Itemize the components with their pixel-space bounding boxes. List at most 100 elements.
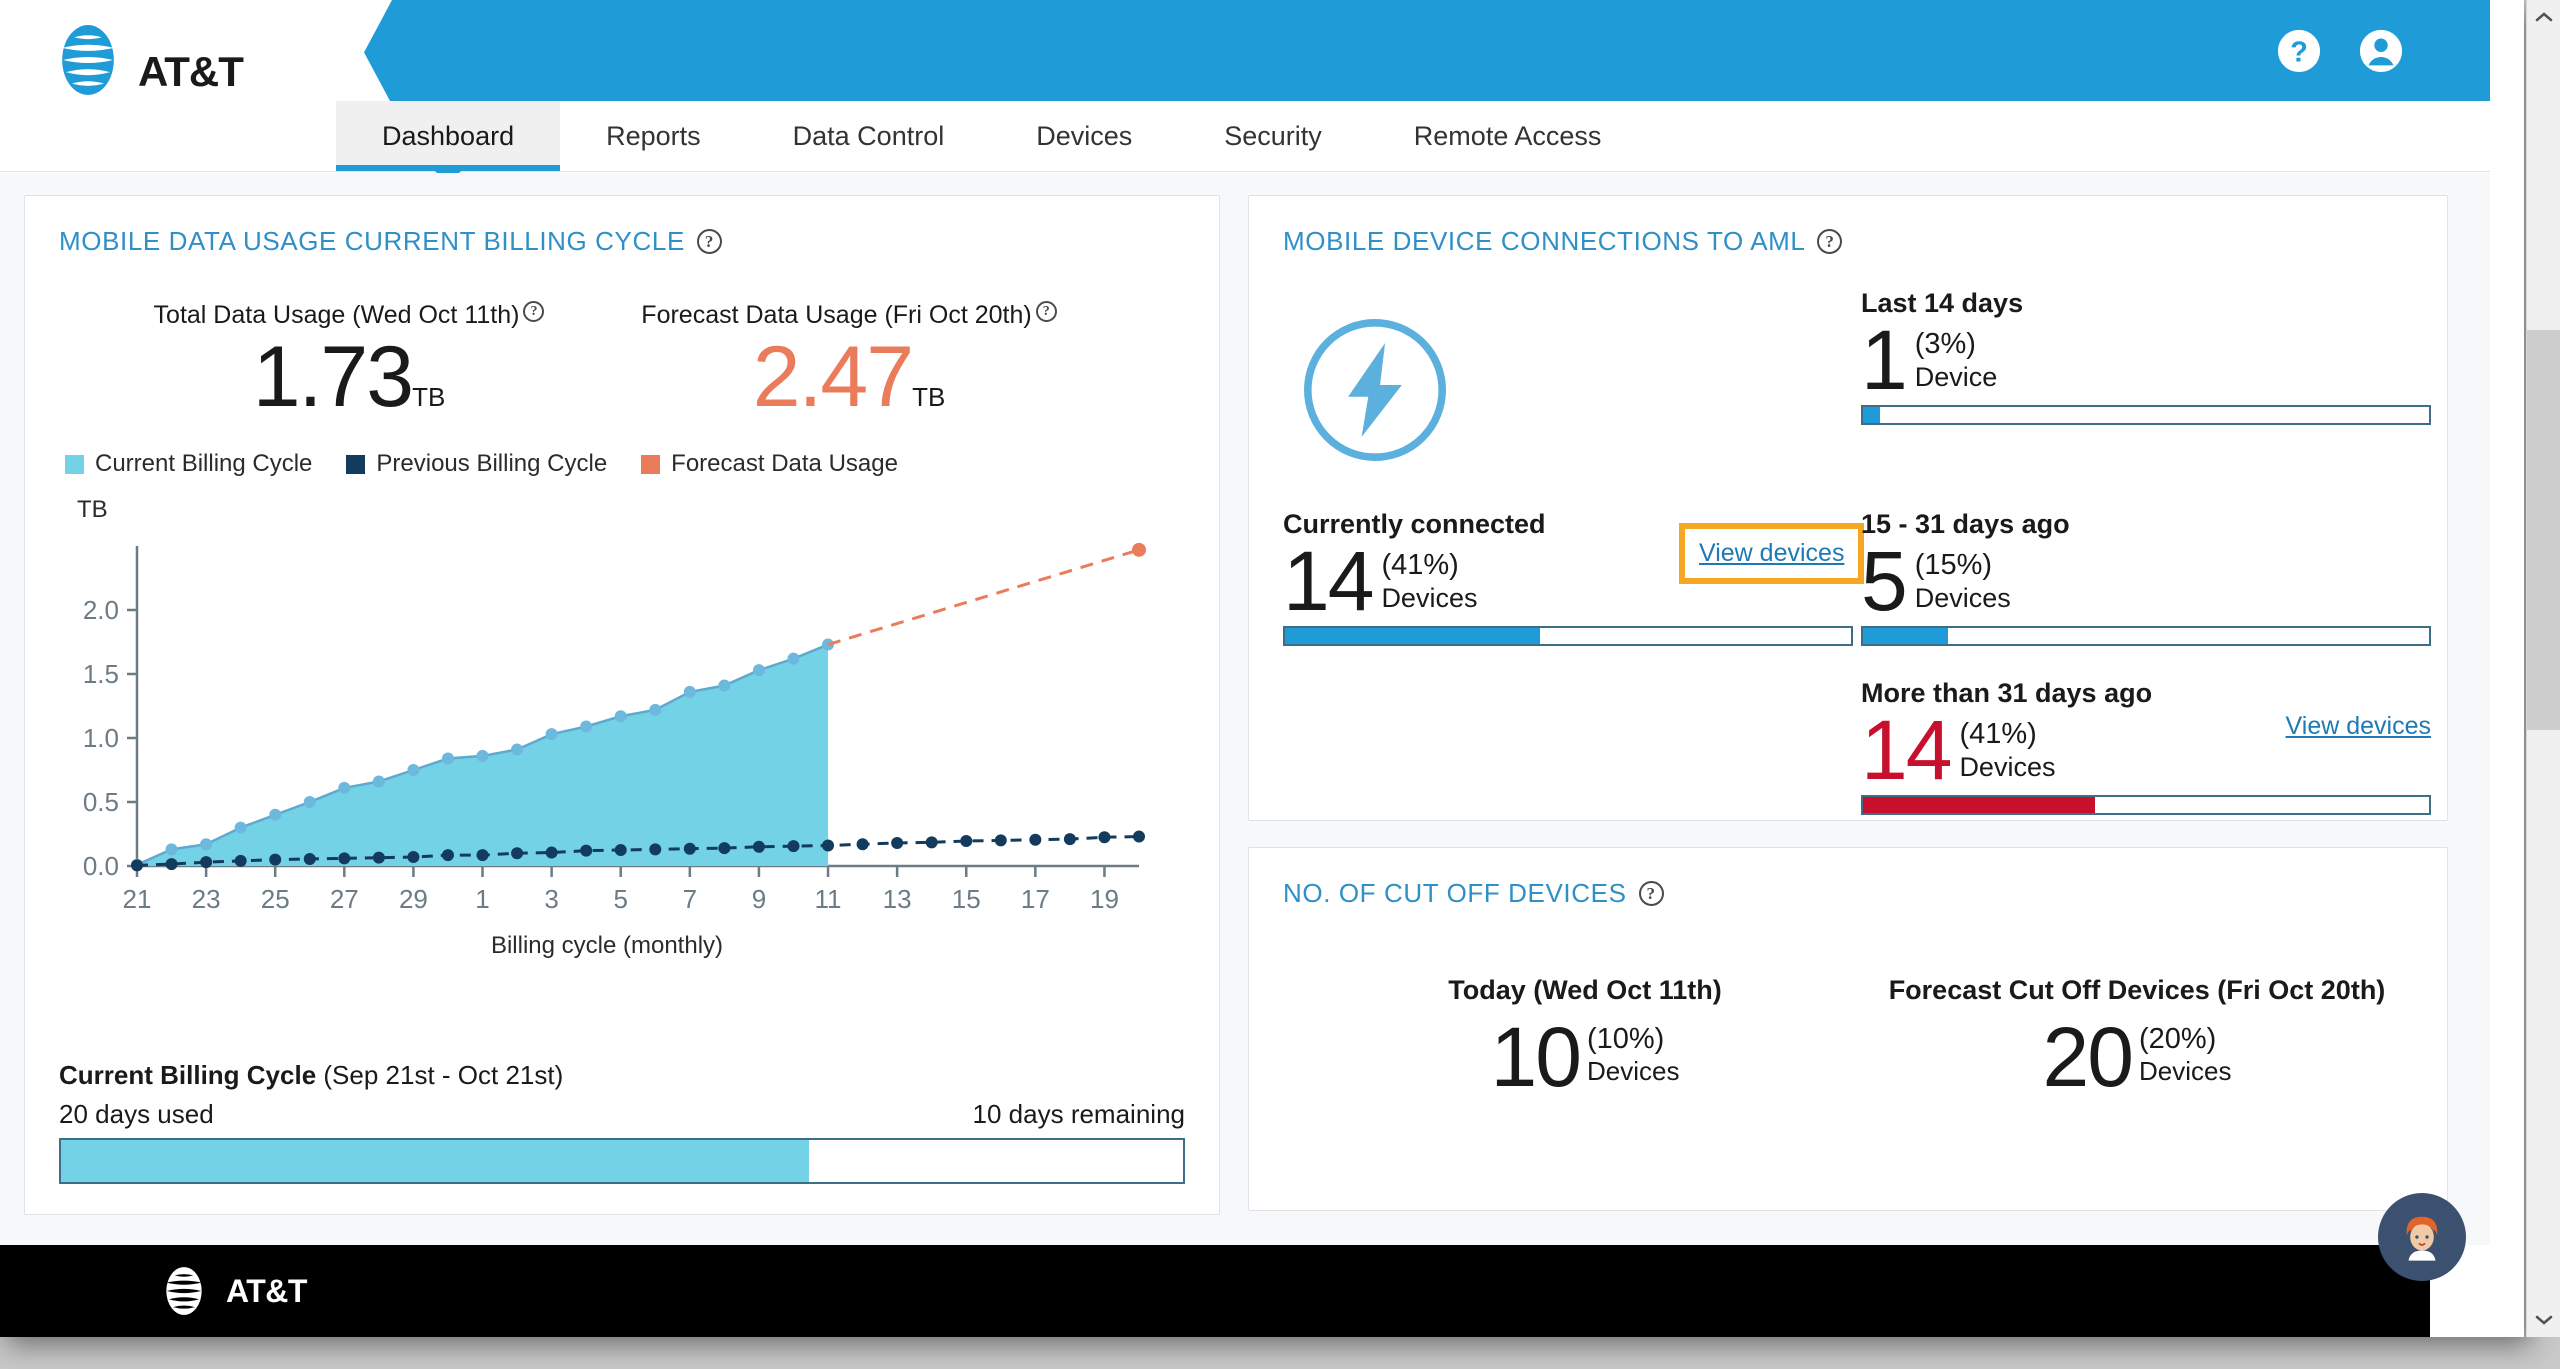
nav-item-security[interactable]: Security bbox=[1178, 101, 1368, 171]
metric-side: (15%) Devices bbox=[1914, 549, 2011, 614]
legend-label: Forecast Data Usage bbox=[671, 450, 898, 478]
svg-text:17: 17 bbox=[1021, 884, 1050, 914]
header-blue-banner bbox=[338, 0, 2490, 101]
left-column: MOBILE DATA USAGE CURRENT BILLING CYCLE … bbox=[24, 195, 1220, 1245]
metric-last-14-days: Last 14 days 1 (3%) Device bbox=[1861, 288, 2431, 479]
metric-count: 5 bbox=[1861, 534, 1908, 628]
nav-label: Devices bbox=[1036, 120, 1133, 151]
footer-wordmark: AT&T bbox=[226, 1272, 307, 1309]
view-devices-link-connected[interactable]: View devices bbox=[1699, 539, 1844, 567]
svg-text:23: 23 bbox=[192, 884, 221, 914]
total-data-usage-stat: Total Data Usage (Wed Oct 11th) ? 1.73TB bbox=[99, 301, 599, 422]
metric-percent: (3%) bbox=[1914, 328, 1976, 360]
metric-progress-bar bbox=[1861, 404, 2431, 425]
vertical-scrollbar[interactable] bbox=[2526, 0, 2560, 1337]
aml-metrics-grid: Last 14 days 1 (3%) Device Currently con… bbox=[1283, 288, 2431, 815]
help-icon[interactable]: ? bbox=[1035, 301, 1057, 322]
metric-unit: Devices bbox=[1914, 582, 2011, 613]
lightning-bolt-cell bbox=[1283, 288, 1853, 479]
cutoff-forecast-count: 20 bbox=[2042, 1010, 2134, 1104]
svg-text:21: 21 bbox=[123, 884, 152, 914]
metric-value-row: 1 (3%) Device bbox=[1861, 313, 2431, 407]
nav-item-dashboard[interactable]: Dashboard bbox=[336, 101, 561, 171]
nav-item-data-control[interactable]: Data Control bbox=[747, 101, 991, 171]
metric-value-row: 5 (15%) Devices bbox=[1861, 534, 2431, 628]
usage-area-chart-svg: 0.00.51.01.52.021 23 25 27 29 1 3 5 7 9 11 13 15 17 19 bbox=[83, 543, 1146, 914]
cutoff-stat-row: Today (Wed Oct 11th) 10 (10%) Devices Fo… bbox=[1283, 975, 2413, 1104]
help-icon[interactable]: ? bbox=[696, 229, 722, 254]
nav-label: Security bbox=[1224, 120, 1322, 151]
nav-item-devices[interactable]: Devices bbox=[990, 101, 1178, 171]
legend-swatch-forecast bbox=[641, 454, 661, 474]
help-circle-icon[interactable]: ? bbox=[2276, 28, 2322, 74]
metric-count: 1 bbox=[1861, 313, 1908, 407]
cutoff-card-title: NO. OF CUT OFF DEVICES ? bbox=[1283, 878, 2413, 909]
total-data-usage-value-row: 1.73TB bbox=[99, 332, 599, 422]
svg-text:19: 19 bbox=[1090, 884, 1119, 914]
nav-label: Dashboard bbox=[382, 120, 515, 151]
metric-progress-fill bbox=[1863, 796, 2096, 813]
usage-chart: TB 0.0 0.5 1.0 1.5 2.0 21 23 25 27 29 1 3 5 7 9 11 13 15 1… bbox=[59, 496, 1185, 960]
svg-text:9: 9 bbox=[752, 884, 766, 914]
total-data-usage-value: 1.73 bbox=[252, 329, 414, 425]
legend-swatch-previous bbox=[346, 454, 366, 474]
cutoff-today-side: (10%) Devices bbox=[1586, 1023, 1679, 1087]
help-icon[interactable]: ? bbox=[523, 301, 545, 322]
chat-agent-button[interactable] bbox=[2378, 1193, 2466, 1281]
cutoff-today-percent: (10%) bbox=[1586, 1023, 1665, 1055]
metric-15-31-days-ago: 15 - 31 days ago 5 (15%) Devices bbox=[1861, 479, 2431, 646]
metric-count: 14 bbox=[1861, 702, 1952, 797]
att-globe-logo-icon bbox=[62, 25, 114, 95]
user-account-icon[interactable] bbox=[2358, 28, 2404, 74]
legend-item-previous: Previous Billing Cycle bbox=[346, 450, 607, 478]
svg-text:5: 5 bbox=[613, 884, 627, 914]
header-icon-group: ? bbox=[2276, 28, 2404, 74]
billing-cycle-range: (Sep 21st - Oct 21st) bbox=[323, 1060, 564, 1090]
nav-item-remote-access[interactable]: Remote Access bbox=[1368, 101, 1648, 171]
app-header: AT&T ? bbox=[0, 0, 2490, 101]
cutoff-today-count: 10 bbox=[1490, 1010, 1582, 1104]
forecast-data-usage-label: Forecast Data Usage (Fri Oct 20th) ? bbox=[641, 301, 1057, 330]
right-column: MOBILE DEVICE CONNECTIONS TO AML ? Last … bbox=[1248, 195, 2448, 1245]
svg-text:11: 11 bbox=[815, 884, 842, 914]
svg-text:27: 27 bbox=[330, 884, 359, 914]
view-devices-link-old[interactable]: View devices bbox=[2286, 712, 2431, 741]
lightning-bolt-circle-icon bbox=[1304, 319, 1446, 461]
help-icon[interactable]: ? bbox=[1638, 881, 1664, 906]
metric-percent: (41%) bbox=[1959, 717, 2037, 750]
svg-text:7: 7 bbox=[683, 884, 697, 914]
page-footer: AT&T bbox=[0, 1245, 2430, 1337]
scroll-up-button[interactable] bbox=[2527, 0, 2560, 34]
cutoff-forecast-percent: (20%) bbox=[2138, 1023, 2217, 1055]
nav-item-reports[interactable]: Reports bbox=[560, 101, 747, 171]
help-icon[interactable]: ? bbox=[1817, 229, 1843, 254]
metric-title: 15 - 31 days ago bbox=[1861, 509, 2070, 539]
billing-cycle-heading: Current Billing Cycle (Sep 21st - Oct 21… bbox=[59, 1060, 1185, 1091]
att-wordmark: AT&T bbox=[138, 48, 244, 95]
main-navigation: Dashboard Reports Data Control Devices S… bbox=[0, 101, 2490, 172]
scroll-down-button[interactable] bbox=[2527, 1303, 2560, 1337]
metric-unit: Device bbox=[1914, 361, 1998, 392]
svg-text:25: 25 bbox=[261, 884, 290, 914]
cutoff-forecast-side: (20%) Devices bbox=[2138, 1023, 2231, 1087]
total-data-usage-label-text: Total Data Usage (Wed Oct 11th) bbox=[153, 301, 520, 329]
metric-unit: Devices bbox=[1381, 582, 1478, 613]
metric-progress-bar bbox=[1861, 625, 2431, 646]
legend-item-current: Current Billing Cycle bbox=[65, 450, 312, 478]
view-devices-connected-highlight: View devices bbox=[1679, 523, 1865, 584]
nav-label: Reports bbox=[606, 120, 701, 151]
forecast-data-usage-value: 2.47 bbox=[752, 329, 914, 425]
metric-side: (3%) Device bbox=[1914, 328, 1998, 393]
nav-label: Data Control bbox=[792, 120, 945, 151]
svg-text:29: 29 bbox=[399, 884, 428, 914]
cut-off-devices-card: NO. OF CUT OFF DEVICES ? Today (Wed Oct … bbox=[1248, 847, 2448, 1211]
forecast-data-usage-label-text: Forecast Data Usage (Fri Oct 20th) bbox=[641, 301, 1032, 329]
cutoff-card-title-text: NO. OF CUT OFF DEVICES bbox=[1283, 878, 1627, 908]
metric-title: Last 14 days bbox=[1861, 288, 2024, 318]
scrollbar-thumb[interactable] bbox=[2527, 330, 2560, 730]
svg-text:1.0: 1.0 bbox=[83, 723, 119, 753]
total-data-usage-label: Total Data Usage (Wed Oct 11th) ? bbox=[154, 301, 545, 330]
forecast-data-usage-value-row: 2.47TB bbox=[599, 332, 1099, 422]
svg-text:0.0: 0.0 bbox=[83, 851, 119, 881]
agent-avatar-icon bbox=[2406, 1216, 2438, 1261]
